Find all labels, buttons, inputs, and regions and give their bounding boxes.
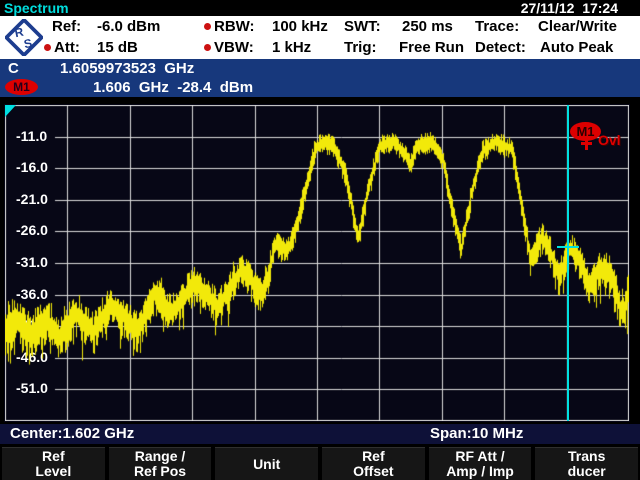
center-freq-row-value: 1.6059973523 GHz xyxy=(60,59,194,78)
ref-level-label: Ref: xyxy=(52,18,81,35)
ref-position-triangle-icon xyxy=(5,105,16,117)
span-value: Span:10 MHz xyxy=(430,424,523,444)
settings-panel: R S Ref: -6.0 dBm Att: 15 dB RBW: 100 kH… xyxy=(0,16,640,59)
overload-indicator: Ovl xyxy=(598,133,621,148)
date-time: 27/11/12 17:24 xyxy=(521,0,618,16)
center-freq-row-label: C xyxy=(8,59,19,78)
softkey-ref-offset[interactable]: Ref Offset xyxy=(322,447,425,480)
softkey-label: Ref Pos xyxy=(134,464,186,479)
rbw-label: RBW: xyxy=(214,18,255,35)
softkey-label: Range / xyxy=(135,449,186,464)
rbw-bullet-icon xyxy=(204,23,211,30)
swt-label: SWT: xyxy=(344,18,381,35)
title-bar: Spectrum 27/11/12 17:24 xyxy=(0,0,640,16)
softkey-range-ref-pos[interactable]: Range / Ref Pos xyxy=(109,447,212,480)
softkey-transducer[interactable]: Trans ducer xyxy=(535,447,638,480)
marker-m1-row: M1 1.606 GHz -28.4 dBm xyxy=(0,78,640,97)
spectrum-analyzer-screen: Spectrum 27/11/12 17:24 R S Ref: -6.0 dB… xyxy=(0,0,640,480)
marker-m1-pointer-icon xyxy=(581,142,592,145)
softkey-rf-att-amp-imp[interactable]: RF Att / Amp / Imp xyxy=(429,447,532,480)
trig-value: Free Run xyxy=(399,39,464,56)
marker-m1-cross-icon[interactable] xyxy=(557,246,579,248)
softkey-label: Trans xyxy=(568,449,605,464)
swt-value: 250 ms xyxy=(402,18,453,35)
marker-m1-line[interactable] xyxy=(567,105,569,421)
detector-label: Detect: xyxy=(475,39,526,56)
spectrum-plot: -11.0 -16.0 -21.0 -26.0 -31.0 -36.0 -41.… xyxy=(4,104,630,422)
ref-level-value: -6.0 dBm xyxy=(97,18,160,35)
rbw-value: 100 kHz xyxy=(272,18,328,35)
att-label: Att: xyxy=(54,39,80,56)
vbw-value: 1 kHz xyxy=(272,39,311,56)
softkey-bar: Ref Level Range / Ref Pos Unit Ref Offse… xyxy=(0,446,640,480)
rohde-schwarz-logo: R S xyxy=(5,19,43,56)
trig-label: Trig: xyxy=(344,39,377,56)
softkey-label: Level xyxy=(35,464,71,479)
trace-mode-value: Clear/Write xyxy=(538,18,617,35)
vbw-label: VBW: xyxy=(214,39,254,56)
softkey-label: Unit xyxy=(253,457,280,472)
marker-m1-badge: M1 xyxy=(5,79,38,95)
att-bullet-icon xyxy=(44,44,51,51)
center-frequency: Center:1.602 GHz xyxy=(10,424,134,444)
marker-m1-value: 1.606 GHz -28.4 dBm xyxy=(93,78,253,97)
vbw-bullet-icon xyxy=(204,44,211,51)
center-freq-row: C 1.6059973523 GHz xyxy=(0,59,640,78)
softkey-ref-level[interactable]: Ref Level xyxy=(2,447,105,480)
att-value: 15 dB xyxy=(97,39,138,56)
trace-mode-label: Trace: xyxy=(475,18,519,35)
frequency-bar: Center:1.602 GHz Span:10 MHz xyxy=(0,424,640,444)
page-title: Spectrum xyxy=(4,0,69,16)
softkey-label: Offset xyxy=(353,464,393,479)
softkey-label: Ref xyxy=(362,449,385,464)
softkey-label: Ref xyxy=(42,449,65,464)
detector-value: Auto Peak xyxy=(540,39,613,56)
softkey-unit[interactable]: Unit xyxy=(215,447,318,480)
softkey-label: RF Att / xyxy=(455,449,504,464)
spectrum-trace xyxy=(5,105,629,421)
softkey-label: ducer xyxy=(568,464,606,479)
marker-m1-flag: M1 xyxy=(570,122,601,141)
softkey-label: Amp / Imp xyxy=(446,464,514,479)
